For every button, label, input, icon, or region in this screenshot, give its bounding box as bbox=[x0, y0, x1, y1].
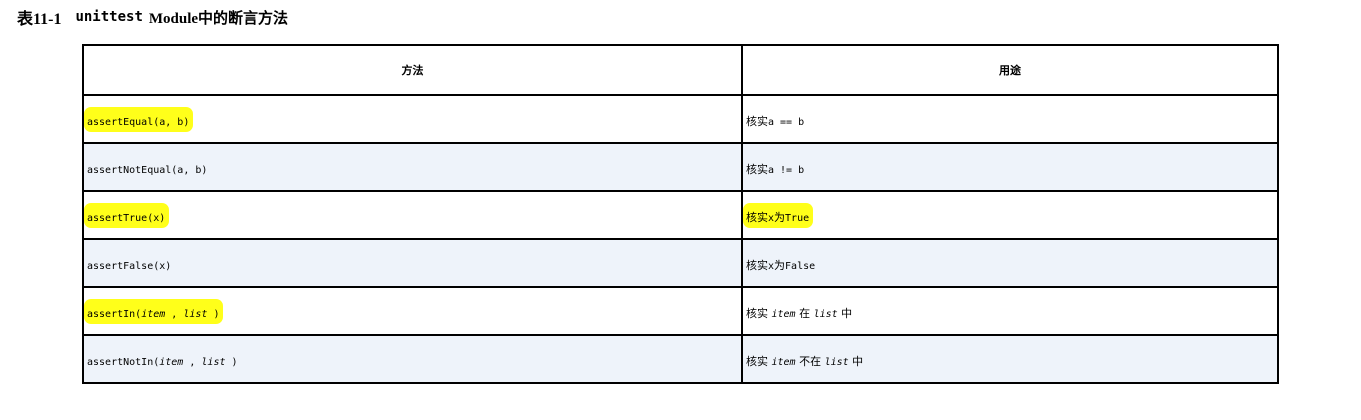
purpose-param: item bbox=[771, 356, 796, 368]
table-caption: 表11-1 unittest Module中的断言方法 bbox=[17, 6, 288, 28]
method-code: assertNotEqual(a, b) bbox=[87, 164, 208, 176]
method-cell: assertNotIn(item , list ) bbox=[82, 334, 743, 384]
purpose-text: 核实 bbox=[746, 210, 768, 224]
method-code: assertTrue(x) bbox=[87, 212, 166, 224]
assert-methods-table: 方法 用途 assertEqual(a, b) 核实a == b assertN… bbox=[82, 44, 1279, 384]
method-code: assertFalse(x) bbox=[87, 260, 172, 272]
table-row: assertNotIn(item , list ) 核实 item 不在 lis… bbox=[82, 334, 1279, 384]
purpose-code: False bbox=[785, 260, 816, 272]
header-purpose: 用途 bbox=[741, 44, 1279, 96]
table-row: assertTrue(x) 核实x为True bbox=[82, 190, 1279, 240]
table-row: assertNotEqual(a, b) 核实a != b bbox=[82, 142, 1279, 192]
purpose-text: 为 bbox=[774, 258, 786, 272]
purpose-text: 核实 bbox=[746, 114, 768, 128]
method-code: assertEqual(a, b) bbox=[87, 116, 190, 128]
method-cell: assertEqual(a, b) bbox=[82, 94, 743, 144]
purpose-code: a == b bbox=[768, 116, 805, 128]
method-param: list bbox=[183, 308, 208, 320]
table-row: assertIn(item , list ) 核实 item 在 list 中 bbox=[82, 286, 1279, 336]
highlight-mark: assertEqual(a, b) bbox=[84, 106, 194, 132]
method-param: list bbox=[201, 356, 226, 368]
purpose-text: 为 bbox=[774, 210, 786, 224]
purpose-param: list bbox=[824, 356, 849, 368]
highlight-mark: assertTrue(x) bbox=[84, 202, 170, 228]
purpose-param: item bbox=[771, 308, 796, 320]
highlight-mark: assertIn(item , list ) bbox=[84, 298, 224, 324]
method-code: , bbox=[183, 356, 202, 368]
purpose-text: 不在 bbox=[795, 354, 825, 368]
table-row: assertEqual(a, b) 核实a == b bbox=[82, 94, 1279, 144]
purpose-text: 中 bbox=[837, 306, 853, 320]
caption-title: Module中的断言方法 bbox=[148, 10, 289, 27]
header-method: 方法 bbox=[82, 44, 743, 96]
purpose-text: 核实 bbox=[746, 306, 772, 320]
purpose-cell: 核实 item 不在 list 中 bbox=[741, 334, 1279, 384]
purpose-cell: 核实a != b bbox=[741, 142, 1279, 192]
purpose-code: a != b bbox=[768, 164, 805, 176]
method-param: item bbox=[141, 308, 166, 320]
method-code: ) bbox=[207, 308, 220, 320]
table-number: 表11-1 bbox=[17, 11, 62, 28]
purpose-text: 在 bbox=[795, 306, 814, 320]
purpose-text: 核实 bbox=[746, 258, 768, 272]
method-code: assertIn( bbox=[87, 308, 142, 320]
purpose-cell: 核实x为False bbox=[741, 238, 1279, 288]
method-code: assertNotIn( bbox=[87, 356, 160, 368]
purpose-cell: 核实 item 在 list 中 bbox=[741, 286, 1279, 336]
purpose-text: 核实 bbox=[746, 354, 772, 368]
method-cell: assertFalse(x) bbox=[82, 238, 743, 288]
highlight-mark: 核实x为True bbox=[743, 202, 814, 228]
purpose-text: 中 bbox=[848, 354, 864, 368]
method-cell: assertNotEqual(a, b) bbox=[82, 142, 743, 192]
table-row: assertFalse(x) 核实x为False bbox=[82, 238, 1279, 288]
method-cell: assertTrue(x) bbox=[82, 190, 743, 240]
caption-module-code: unittest bbox=[75, 9, 143, 25]
method-code: , bbox=[165, 308, 184, 320]
method-param: item bbox=[159, 356, 184, 368]
table-header-row: 方法 用途 bbox=[82, 44, 1279, 96]
purpose-cell: 核实x为True bbox=[741, 190, 1279, 240]
purpose-cell: 核实a == b bbox=[741, 94, 1279, 144]
purpose-param: list bbox=[813, 308, 838, 320]
method-code: ) bbox=[225, 356, 238, 368]
method-cell: assertIn(item , list ) bbox=[82, 286, 743, 336]
purpose-text: 核实 bbox=[746, 162, 768, 176]
purpose-code: True bbox=[785, 212, 810, 224]
